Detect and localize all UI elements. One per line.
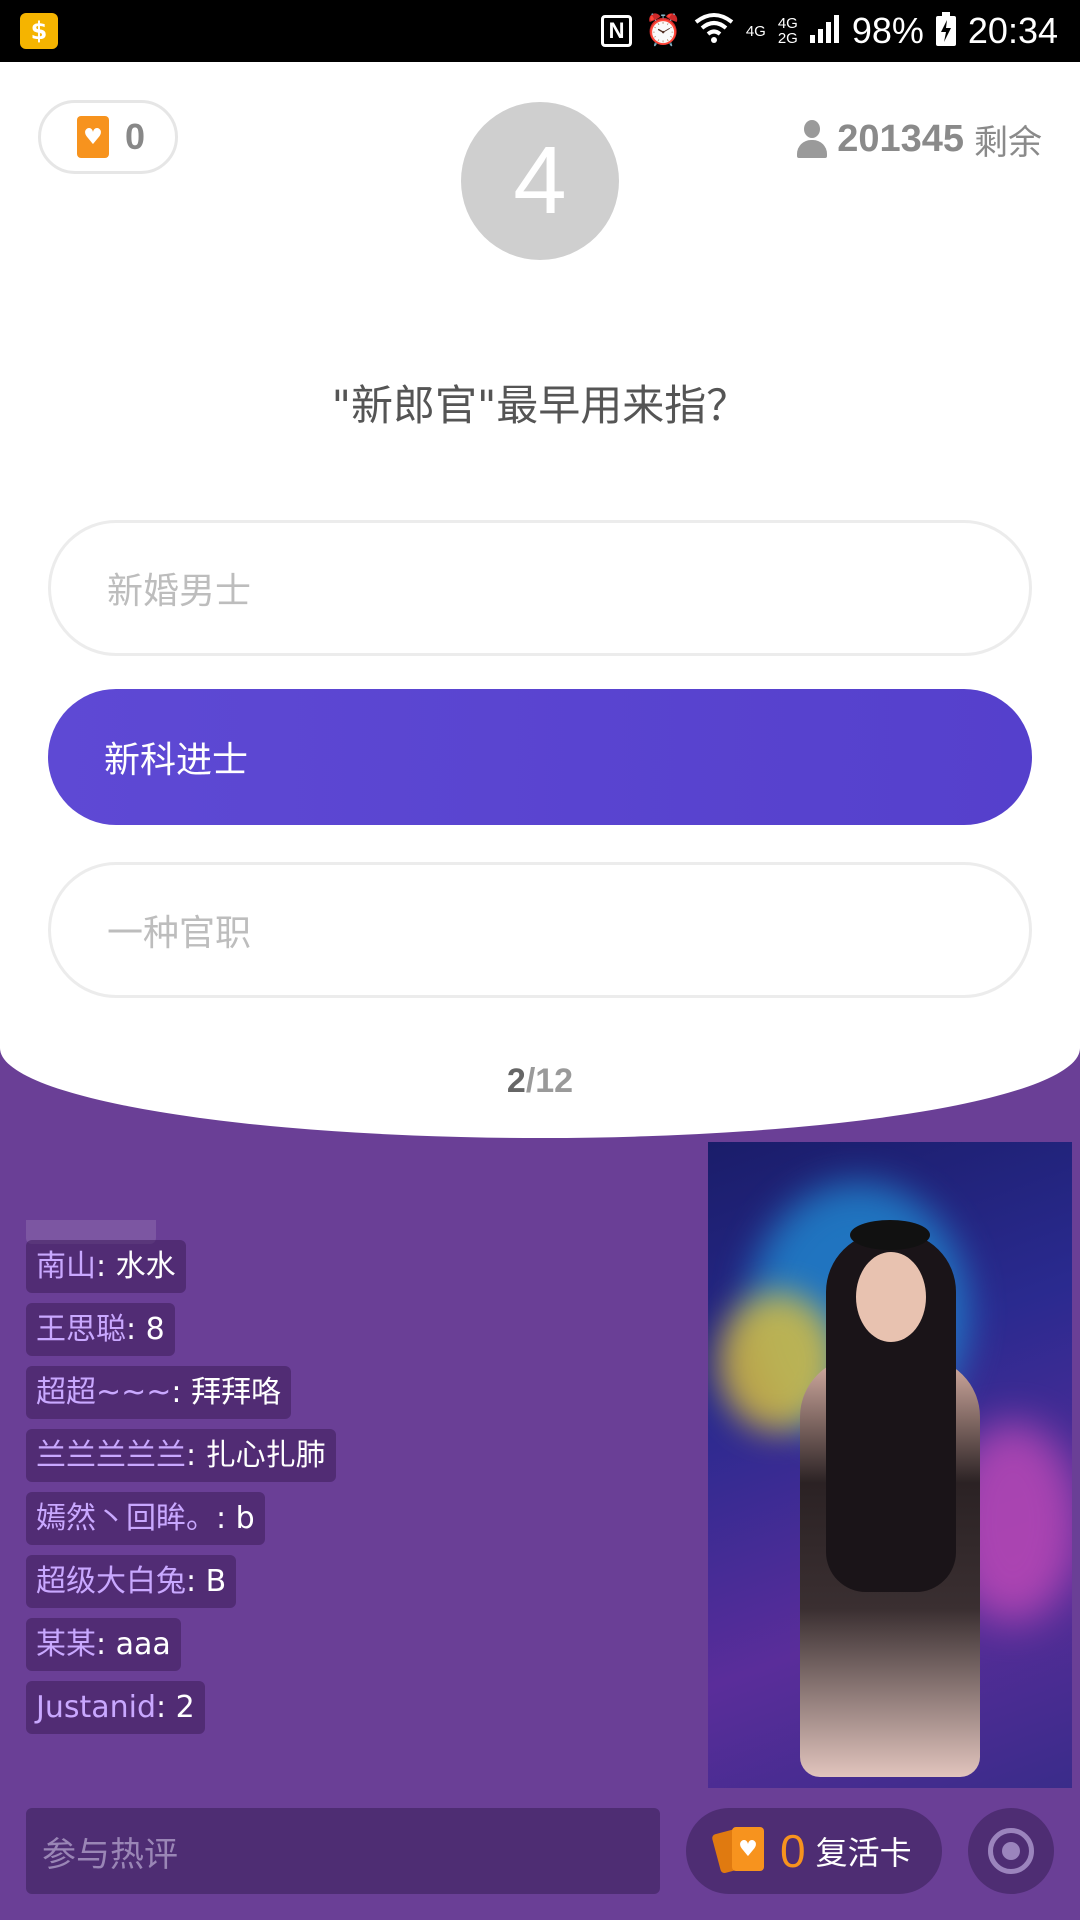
comment-placeholder: 参与热评 (42, 1834, 178, 1875)
chat-message: : 2 (156, 1690, 195, 1725)
nfc-icon: N (600, 15, 633, 47)
chat-item: 王思聪: 8 (26, 1303, 175, 1356)
chat-item: 兰兰兰兰兰: 扎心扎肺 (26, 1429, 336, 1482)
chat-item: 南山: 水水 (26, 1240, 186, 1293)
network-type-4g-secondary: 4G (777, 15, 798, 32)
app-notification-icon: $ (20, 13, 58, 49)
answer-option-label: 新科进士 (104, 740, 249, 781)
chat-message: : 拜拜咯 (171, 1375, 282, 1410)
answer-option-label: 一种官职 (107, 913, 252, 954)
network-type-4g: 4G (745, 22, 766, 40)
host-figure-face (856, 1252, 926, 1342)
chat-item: 某某: aaa (26, 1618, 181, 1671)
heart-card-icon: ♥ (77, 116, 109, 158)
revive-cards-icon: ♥ (711, 1823, 770, 1879)
progress-total: 12 (535, 1062, 574, 1100)
lives-badge[interactable]: ♥ 0 (38, 100, 178, 174)
revive-card-button[interactable]: ♥ 0 复活卡 (686, 1808, 942, 1894)
chat-username: 某某 (36, 1627, 96, 1662)
chat-item: 超超~~~: 拜拜咯 (26, 1366, 292, 1419)
chat-username: 南山 (36, 1249, 96, 1284)
status-icons: N ⏰ 4G 4G 2G 98% 20:34 (600, 0, 1058, 62)
record-icon (988, 1828, 1034, 1874)
quiz-card: ♥ 0 4 201345 剩余 "新郎官"最早用来指？ 新婚男士 新科进士 一种… (0, 62, 1080, 1138)
chat-username: 超级大白兔 (36, 1564, 186, 1599)
person-icon (797, 120, 828, 158)
chat-message: : 水水 (96, 1249, 176, 1284)
answer-option-2-selected[interactable]: 新科进士 (48, 689, 1032, 825)
progress-separator: / (525, 1062, 536, 1100)
chat-message: : aaa (96, 1627, 171, 1662)
players-remaining: 201345 剩余 (797, 114, 1042, 164)
answer-option-label: 新婚男士 (107, 571, 252, 612)
status-bar: $ N ⏰ 4G 4G 2G 98% 20:34 (0, 0, 1080, 62)
chat-message: : B (186, 1564, 227, 1599)
record-button[interactable] (968, 1808, 1054, 1894)
chat-username: 王思聪 (36, 1312, 126, 1347)
alarm-icon: ⏰ (644, 14, 682, 47)
revive-count: 0 (780, 1825, 806, 1877)
host-figure-hat (850, 1220, 930, 1250)
chat-username: Justanid (36, 1690, 157, 1725)
signal-icon (809, 14, 840, 48)
chat-username: 兰兰兰兰兰 (36, 1438, 186, 1473)
wifi-icon (694, 12, 734, 50)
players-suffix: 剩余 (974, 122, 1042, 163)
countdown-value: 4 (513, 127, 567, 234)
chat-item: 嫣然丶回眸。: b (26, 1492, 265, 1545)
lives-count: 0 (125, 116, 146, 157)
players-count: 201345 (837, 117, 964, 160)
revive-label: 复活卡 (815, 1834, 912, 1872)
chat-message: : b (216, 1501, 255, 1536)
chat-username: 嫣然丶回眸。 (36, 1501, 216, 1536)
clock: 20:34 (967, 10, 1058, 51)
chat-message: : 8 (126, 1312, 165, 1347)
question-text: "新郎官"最早用来指？ (331, 381, 749, 430)
host-video[interactable] (708, 1142, 1072, 1788)
countdown-timer: 4 (461, 102, 619, 260)
battery-icon (935, 11, 956, 51)
battery-percent: 98% (851, 10, 924, 51)
dual-network-label: 4G 2G (778, 16, 798, 46)
progress-current: 2 (506, 1062, 526, 1100)
answer-option-1[interactable]: 新婚男士 (48, 520, 1032, 656)
chat-item: Justanid: 2 (26, 1681, 205, 1734)
chat-list: 南山: 水水 王思聪: 8 超超~~~: 拜拜咯 兰兰兰兰兰: 扎心扎肺 嫣然丶… (26, 1240, 686, 1734)
chat-username: 超超~~~ (36, 1375, 172, 1410)
network-type-2g: 2G (777, 30, 798, 47)
answer-option-3[interactable]: 一种官职 (48, 862, 1032, 998)
chat-message: : 扎心扎肺 (186, 1438, 326, 1473)
question-progress: 2/12 (0, 1062, 1080, 1101)
chat-item: 超级大白兔: B (26, 1555, 237, 1608)
comment-input[interactable]: 参与热评 (26, 1808, 660, 1894)
